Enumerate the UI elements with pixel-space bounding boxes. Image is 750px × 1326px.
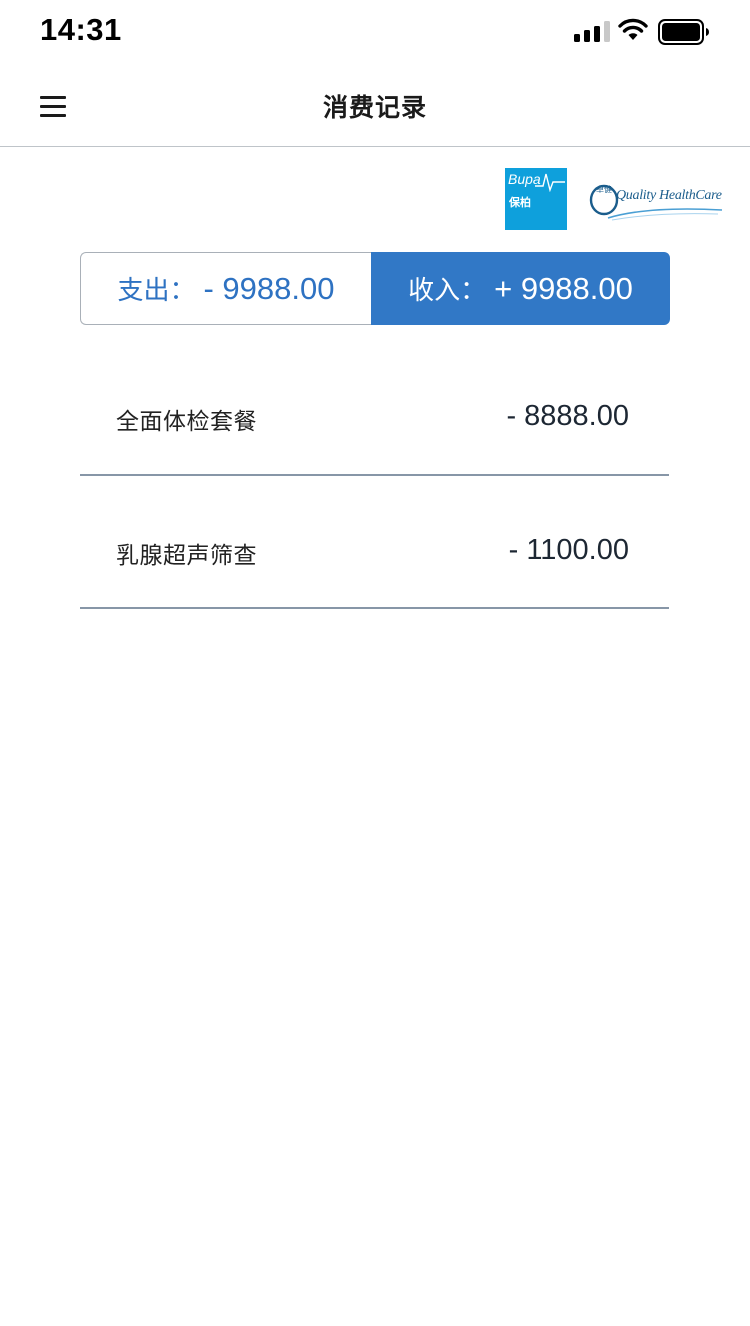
record-row[interactable]: 全面体检套餐 - 8888.00 bbox=[80, 342, 669, 476]
summary-segmented-control: 支出： - 9988.00 收入： + 9988.00 bbox=[80, 252, 670, 325]
records-list: 全面体检套餐 - 8888.00 乳腺超声筛查 - 1100.00 bbox=[80, 342, 669, 609]
bupa-logo-chinese: 保柏 bbox=[509, 196, 531, 209]
income-amount: + 9988.00 bbox=[494, 270, 633, 306]
page-title: 消费记录 bbox=[322, 93, 427, 122]
status-bar: 14:31 bbox=[0, 0, 750, 64]
income-label: 收入： bbox=[408, 276, 487, 306]
expense-label: 支出： bbox=[117, 276, 196, 306]
bupa-logo: Bupa 保柏 bbox=[505, 168, 567, 230]
nav-bar: 消费记录 bbox=[0, 64, 750, 147]
quality-healthcare-chinese: 卓健 bbox=[596, 185, 612, 194]
record-row[interactable]: 乳腺超声筛查 - 1100.00 bbox=[80, 476, 669, 609]
heartbeat-icon bbox=[535, 173, 565, 192]
wifi-icon bbox=[618, 18, 648, 40]
expense-amount: - 9988.00 bbox=[203, 270, 335, 306]
quality-healthcare-word: Quality HealthCare bbox=[616, 188, 722, 203]
expense-tab[interactable]: 支出： - 9988.00 bbox=[80, 252, 371, 325]
record-amount: - 8888.00 bbox=[506, 400, 629, 432]
record-amount: - 1100.00 bbox=[508, 534, 629, 566]
quality-healthcare-logo: 卓健 Quality HealthCare bbox=[588, 180, 724, 226]
signal-icon bbox=[574, 20, 610, 42]
record-name: 乳腺超声筛查 bbox=[116, 543, 257, 569]
record-name: 全面体检套餐 bbox=[116, 409, 257, 435]
app-screen: 14:31 消费记录 Bupa 保柏 卓健 Quality HealthCare… bbox=[0, 0, 750, 1326]
income-tab[interactable]: 收入： + 9988.00 bbox=[371, 252, 670, 325]
battery-icon bbox=[658, 19, 709, 45]
status-time: 14:31 bbox=[40, 12, 122, 47]
